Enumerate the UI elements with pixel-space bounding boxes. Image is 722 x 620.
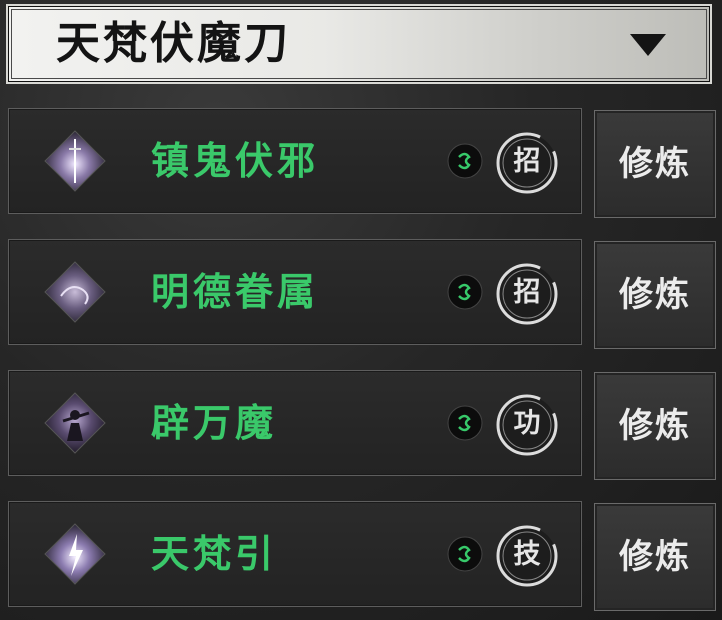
train-button[interactable]: 修炼 xyxy=(594,241,716,349)
skill-name: 镇鬼伏邪 xyxy=(151,138,320,183)
skill-type-badge: 功 xyxy=(493,391,561,459)
wind-swirl-icon xyxy=(447,143,483,179)
wind-swirl-icon xyxy=(447,405,483,441)
weapon-select-dropdown[interactable]: 天梵伏魔刀 xyxy=(6,4,712,84)
skill-row[interactable]: 天梵引 技 xyxy=(8,501,582,607)
wind-swirl-icon xyxy=(447,536,483,572)
skill-name: 辟万魔 xyxy=(151,400,278,445)
wind-swirl-icon xyxy=(447,274,483,310)
train-button[interactable]: 修炼 xyxy=(594,503,716,611)
skill-name: 天梵引 xyxy=(151,531,278,576)
skill-name: 明德眷属 xyxy=(151,269,320,314)
skill-type-badge: 技 xyxy=(493,522,561,590)
skill-type-badge: 招 xyxy=(493,260,561,328)
train-button[interactable]: 修炼 xyxy=(594,372,716,480)
skill-row[interactable]: 镇鬼伏邪 招 xyxy=(8,108,582,214)
warrior-diamond-icon xyxy=(44,392,106,454)
skill-row[interactable]: 辟万魔 功 xyxy=(8,370,582,476)
sword-diamond-icon xyxy=(44,130,106,192)
skill-type-label: 招 xyxy=(513,277,541,308)
smoke-diamond-icon xyxy=(44,261,106,323)
skill-type-label: 功 xyxy=(513,408,541,439)
skill-type-label: 招 xyxy=(513,146,541,177)
skill-type-label: 技 xyxy=(513,539,541,570)
train-button[interactable]: 修炼 xyxy=(594,110,716,218)
triangle-down-icon[interactable] xyxy=(630,34,666,58)
lightning-diamond-icon xyxy=(44,523,106,585)
weapon-title: 天梵伏魔刀 xyxy=(56,18,291,69)
skill-row[interactable]: 明德眷属 招 xyxy=(8,239,582,345)
skill-type-badge: 招 xyxy=(493,129,561,197)
